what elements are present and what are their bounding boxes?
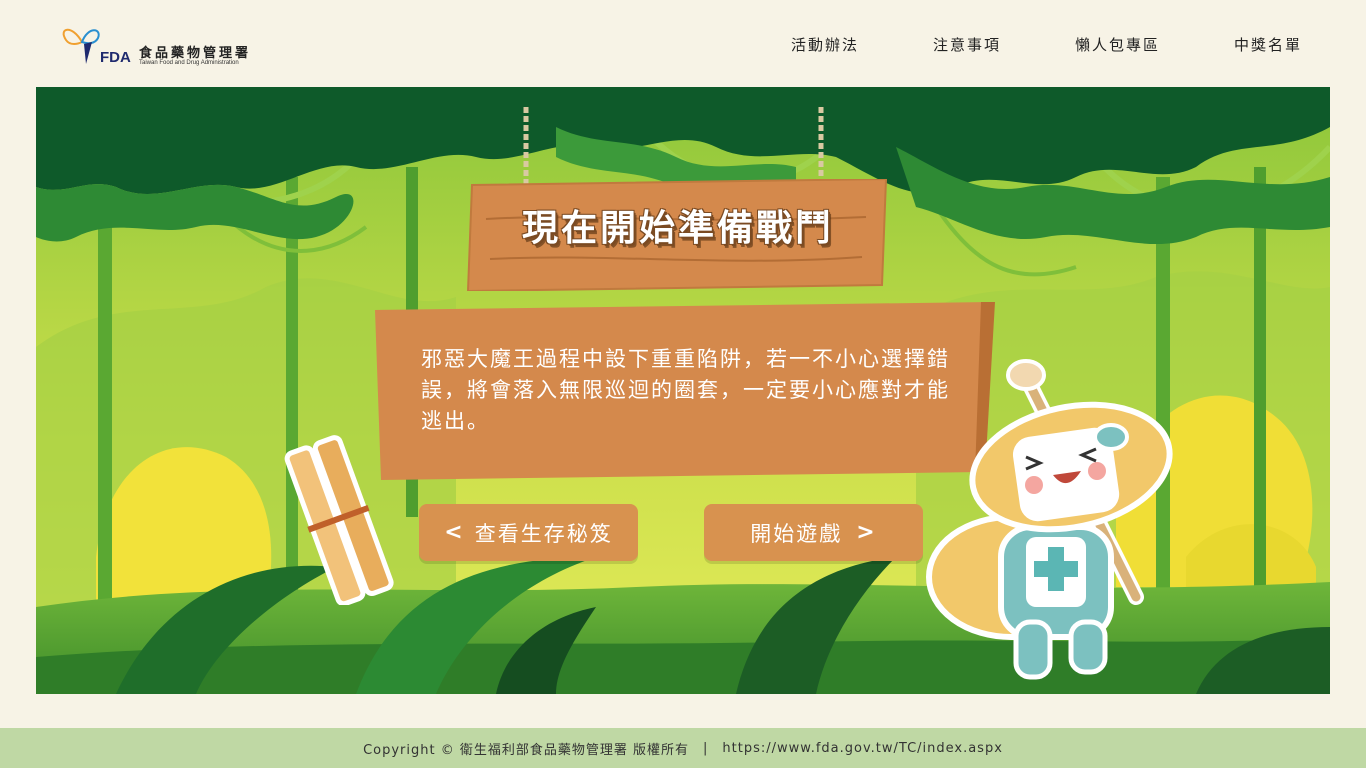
bamboo-scroll-icon bbox=[284, 435, 394, 605]
nav-item-rules[interactable]: 活動辦法 bbox=[791, 34, 859, 55]
survival-guide-label: 查看生存秘笈 bbox=[474, 521, 613, 546]
fda-site-link[interactable]: https://www.fda.gov.tw/TC/index.aspx bbox=[722, 741, 1003, 756]
fda-logo[interactable]: FDA 食品藥物管理署 Taiwan Food and Drug Adminis… bbox=[62, 20, 282, 72]
logo-abbr: FDA bbox=[100, 49, 131, 66]
nav-item-winners[interactable]: 中獎名單 bbox=[1234, 34, 1302, 55]
intro-message: 邪惡大魔王過程中設下重重陷阱，若一不小心選擇錯誤，將會落入無限巡迴的圈套，一定要… bbox=[421, 347, 950, 433]
chevron-right-icon: > bbox=[856, 520, 877, 545]
nav-item-summary[interactable]: 懶人包專區 bbox=[1075, 34, 1160, 55]
footer-separator: | bbox=[703, 740, 709, 756]
game-scene: 現在開始準備戰鬥 邪惡大魔王過程中設下重重陷阱，若一不小心選擇錯誤，將會落入無限… bbox=[36, 87, 1330, 694]
message-board: 邪惡大魔王過程中設下重重陷阱，若一不小心選擇錯誤，將會落入無限巡迴的圈套，一定要… bbox=[371, 302, 995, 480]
logo-name-cn: 食品藥物管理署 bbox=[139, 46, 252, 61]
logo-name-en: Taiwan Food and Drug Administration bbox=[139, 60, 239, 66]
page-title: 現在開始準備戰鬥 bbox=[521, 208, 834, 249]
start-game-label: 開始遊戲 bbox=[750, 521, 843, 546]
fda-logo-icon bbox=[62, 28, 100, 64]
main-nav: 活動辦法 注意事項 懶人包專區 中獎名單 bbox=[717, 34, 1302, 55]
start-game-button[interactable]: 開始遊戲 > bbox=[704, 504, 923, 561]
chevron-left-icon: < bbox=[444, 520, 465, 545]
mascot-character bbox=[926, 359, 1173, 680]
title-sign: 現在開始準備戰鬥 bbox=[466, 179, 890, 291]
copyright-text: Copyright © 衛生福利部食品藥物管理署 版權所有 bbox=[363, 742, 689, 758]
nav-item-notices[interactable]: 注意事項 bbox=[933, 34, 1001, 55]
survival-guide-button[interactable]: < 查看生存秘笈 bbox=[419, 504, 638, 561]
site-header: FDA 食品藥物管理署 Taiwan Food and Drug Adminis… bbox=[0, 0, 1366, 87]
site-footer: Copyright © 衛生福利部食品藥物管理署 版權所有 | https://… bbox=[0, 728, 1366, 768]
